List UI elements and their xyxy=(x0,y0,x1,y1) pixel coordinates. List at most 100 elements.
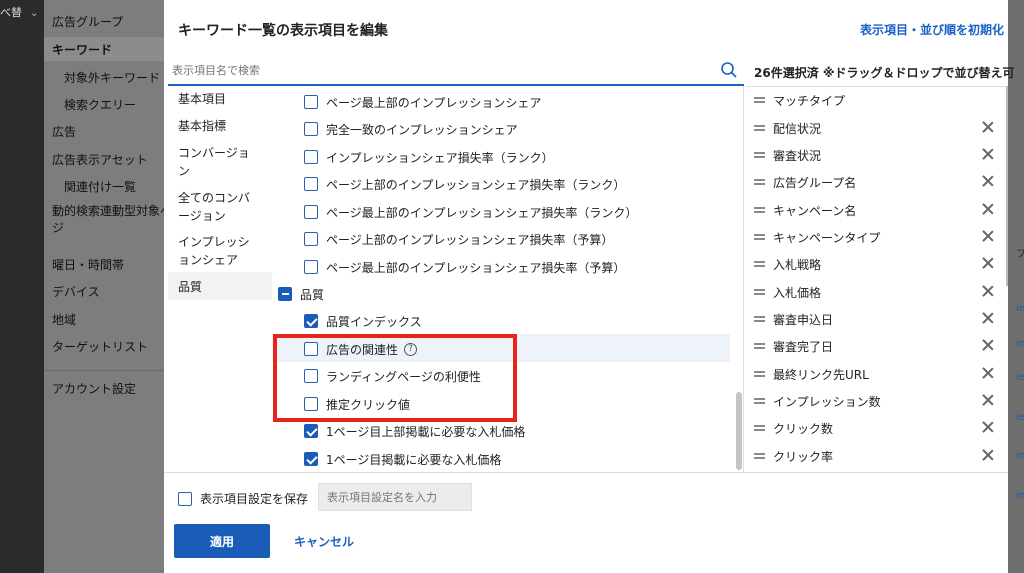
nav-item-keywords[interactable]: キーワード xyxy=(52,41,112,58)
option-row[interactable]: ページ最上部のインプレッションシェア損失率（予算） xyxy=(304,254,625,280)
category-conversion-cont: ン xyxy=(178,164,191,178)
drag-handle-icon[interactable] xyxy=(754,453,765,459)
cut-text: べ替 xyxy=(0,6,22,19)
close-icon[interactable] xyxy=(982,312,994,324)
close-icon[interactable] xyxy=(982,367,994,379)
selected-item[interactable]: 審査申込日 xyxy=(754,306,994,332)
option-checkbox-checked[interactable] xyxy=(304,452,318,466)
option-row[interactable]: ページ最上部のインプレッションシェア xyxy=(304,89,541,115)
drag-handle-icon[interactable] xyxy=(754,125,765,131)
option-row[interactable]: ページ最上部のインプレッションシェア損失率（ランク） xyxy=(304,199,637,225)
category-basic-metrics[interactable]: 基本指標 xyxy=(178,117,226,135)
nav-item-ad-assets[interactable]: 広告表示アセット xyxy=(52,151,148,168)
selected-item-label: クリック数 xyxy=(773,421,834,436)
options-scrollbar[interactable] xyxy=(736,392,742,470)
option-row[interactable]: ページ上部のインプレッションシェア損失率（ランク） xyxy=(304,171,625,197)
selected-item[interactable]: 審査状況 xyxy=(754,142,994,168)
option-checkbox[interactable] xyxy=(304,232,318,246)
close-icon[interactable] xyxy=(982,148,994,160)
category-all-conversions[interactable]: 全てのコンバ xyxy=(178,189,250,207)
close-icon[interactable] xyxy=(982,121,994,133)
drag-handle-icon[interactable] xyxy=(754,289,765,295)
category-basic-items[interactable]: 基本項目 xyxy=(178,90,226,108)
selected-item-label: キャンペーンタイプ xyxy=(773,230,881,245)
drag-handle-icon[interactable] xyxy=(754,371,765,377)
reset-order-link[interactable]: 表示項目・並び順を初期化 xyxy=(860,21,1004,38)
category-quality[interactable]: 品質 xyxy=(178,278,202,296)
close-icon[interactable] xyxy=(982,257,994,269)
option-checkbox[interactable] xyxy=(304,150,318,164)
drag-handle-icon[interactable] xyxy=(754,425,765,431)
column-search-input[interactable] xyxy=(168,58,708,82)
option-row[interactable]: インプレッションシェア損失率（ランク） xyxy=(304,144,554,170)
category-impression-share[interactable]: インプレッシ xyxy=(178,233,250,251)
group-partial-checkbox[interactable] xyxy=(278,287,292,301)
nav-item-search-queries[interactable]: 検索クエリー xyxy=(64,96,136,113)
nav-item-account-settings[interactable]: アカウント設定 xyxy=(52,380,136,397)
edge-fragment: ie xyxy=(1016,450,1024,461)
nav-item-negative-keywords[interactable]: 対象外キーワード xyxy=(64,69,160,86)
chevron-down-icon[interactable]: ⌄ xyxy=(30,8,38,19)
nav-item-associations[interactable]: 関連付け一覧 xyxy=(64,178,136,195)
selected-item-label: 配信状況 xyxy=(773,121,822,136)
option-label: 1ページ目上部掲載に必要な入札価格 xyxy=(326,424,526,439)
selected-item[interactable]: クリック数 xyxy=(754,415,994,441)
drag-handle-icon[interactable] xyxy=(754,343,765,349)
settings-name-input[interactable] xyxy=(318,483,472,511)
close-icon[interactable] xyxy=(982,230,994,242)
search-icon[interactable] xyxy=(720,61,738,79)
close-icon[interactable] xyxy=(982,421,994,433)
close-icon[interactable] xyxy=(982,203,994,215)
nav-item-ads[interactable]: 広告 xyxy=(52,123,76,140)
option-row[interactable]: 1ページ目掲載に必要な入札価格 xyxy=(304,446,501,472)
drag-handle-icon[interactable] xyxy=(754,234,765,240)
option-checkbox[interactable] xyxy=(304,95,318,109)
selected-item[interactable]: インプレッション数 xyxy=(754,388,994,414)
quality-group-header[interactable]: 品質 xyxy=(278,281,324,307)
nav-item-day-time[interactable]: 曜日・時間帯 xyxy=(52,256,124,273)
option-row[interactable]: 完全一致のインプレッションシェア xyxy=(304,116,518,142)
selected-item[interactable]: キャンペーン名 xyxy=(754,197,994,223)
option-row[interactable]: 品質インデックス xyxy=(304,308,422,334)
selected-item[interactable]: 配信状況 xyxy=(754,115,994,141)
drag-handle-icon[interactable] xyxy=(754,207,765,213)
selected-item[interactable]: 広告グループ名 xyxy=(754,169,994,195)
category-conversion[interactable]: コンバージョ xyxy=(178,144,250,162)
option-checkbox[interactable] xyxy=(304,177,318,191)
cancel-button[interactable]: キャンセル xyxy=(294,533,354,550)
option-checkbox[interactable] xyxy=(304,205,318,219)
drag-handle-icon[interactable] xyxy=(754,316,765,322)
drag-handle-icon[interactable] xyxy=(754,97,765,103)
save-settings-checkbox[interactable] xyxy=(178,491,192,506)
drag-handle-icon[interactable] xyxy=(754,152,765,158)
save-settings-toggle[interactable]: 表示項目設定を保存 xyxy=(178,490,308,507)
apply-button[interactable]: 適用 xyxy=(174,524,270,558)
selected-item[interactable]: マッチタイプ xyxy=(754,87,994,113)
close-icon[interactable] xyxy=(982,285,994,297)
selected-item[interactable]: クリック率 xyxy=(754,443,994,469)
selected-item[interactable]: キャンペーンタイプ xyxy=(754,224,994,250)
nav-item-target-lists[interactable]: ターゲットリスト xyxy=(52,338,148,355)
close-icon[interactable] xyxy=(982,394,994,406)
nav-item-devices[interactable]: デバイス xyxy=(52,283,100,300)
selected-item-label: 審査完了日 xyxy=(773,339,834,354)
option-checkbox-checked[interactable] xyxy=(304,424,318,438)
close-icon[interactable] xyxy=(982,339,994,351)
option-checkbox-checked[interactable] xyxy=(304,314,318,328)
selected-item[interactable]: 入札戦略 xyxy=(754,251,994,277)
selected-item[interactable]: 入札価格 xyxy=(754,279,994,305)
drag-handle-icon[interactable] xyxy=(754,179,765,185)
close-icon[interactable] xyxy=(982,175,994,187)
option-row[interactable]: ページ上部のインプレッションシェア損失率（予算） xyxy=(304,226,613,252)
option-checkbox[interactable] xyxy=(304,122,318,136)
nav-item-regions[interactable]: 地域 xyxy=(52,311,76,328)
nav-item-dsa-targets[interactable]: 動的検索連動型対象ペ xyxy=(52,202,172,219)
option-checkbox[interactable] xyxy=(304,260,318,274)
close-icon[interactable] xyxy=(982,449,994,461)
selected-scrollbar[interactable] xyxy=(1006,86,1008,286)
drag-handle-icon[interactable] xyxy=(754,398,765,404)
selected-item[interactable]: 最終リンク先URL xyxy=(754,361,994,387)
drag-handle-icon[interactable] xyxy=(754,261,765,267)
selected-item[interactable]: 審査完了日 xyxy=(754,333,994,359)
nav-item-ad-groups[interactable]: 広告グループ xyxy=(52,13,123,30)
